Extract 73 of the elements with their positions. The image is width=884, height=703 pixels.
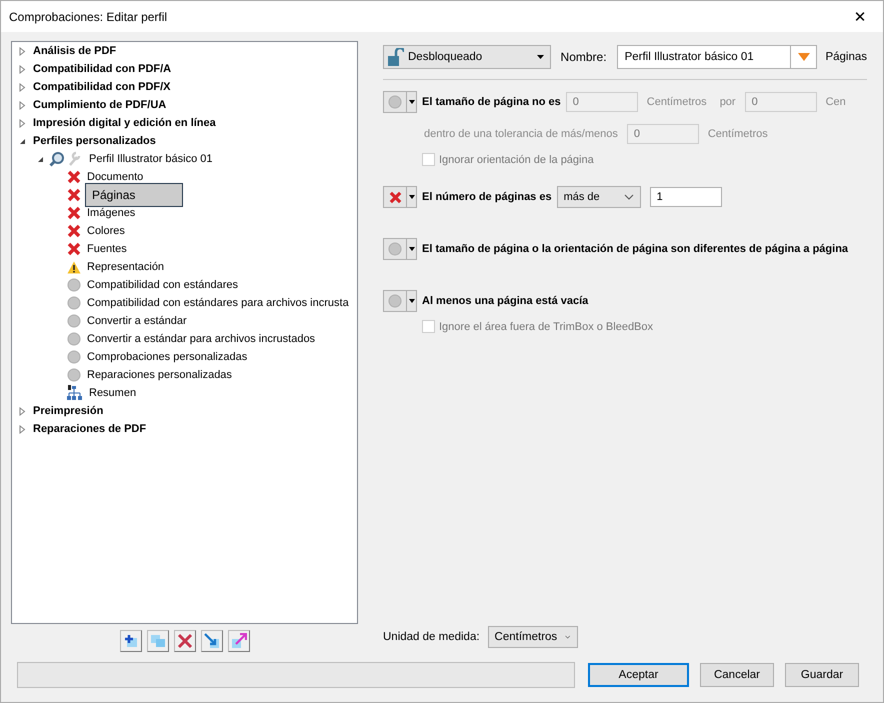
lock-dropdown[interactable]: Desbloqueado	[383, 45, 551, 69]
tree-item[interactable]: Reparaciones personalizadas	[85, 367, 234, 383]
status-dropdown[interactable]	[383, 290, 417, 312]
unit-label: Unidad de medida:	[383, 631, 480, 643]
tree-item[interactable]: Convertir a estándar para archivos incrustados	[85, 331, 318, 347]
tree-item[interactable]: Compatibilidad con PDF/A	[31, 61, 174, 77]
section-title: Páginas	[825, 51, 867, 63]
status-dropdown[interactable]	[383, 186, 417, 208]
number-field[interactable]: 1	[650, 187, 722, 207]
status-circle-icon	[388, 294, 402, 308]
tolerance-text: dentro de una tolerancia de más/menos	[424, 128, 618, 140]
tree-item[interactable]: Documento	[85, 169, 146, 185]
unit-select[interactable]: Centímetros	[488, 626, 578, 648]
arrow-up-right-icon	[230, 633, 246, 649]
import-button[interactable]	[200, 630, 222, 652]
name-label: Nombre:	[560, 50, 607, 64]
plus-icon	[124, 634, 138, 648]
delete-button[interactable]	[174, 630, 196, 652]
copy-icon	[150, 634, 166, 648]
caret-icon	[408, 247, 414, 251]
export-button[interactable]	[228, 630, 250, 652]
tree-item[interactable]: Impresión digital y edición en línea	[31, 115, 218, 131]
duplicate-button[interactable]	[146, 630, 168, 652]
tree-item[interactable]: Imágenes	[85, 205, 138, 221]
tree-item[interactable]: Análisis de PDF	[31, 43, 118, 59]
tree-item[interactable]: Convertir a estándar	[85, 313, 189, 329]
tree-item[interactable]: Compatibilidad con estándares para archivos incrusta	[85, 295, 351, 311]
error-x-icon	[388, 190, 402, 204]
unlocked-padlock-icon	[388, 48, 404, 66]
status-circle-icon	[388, 95, 402, 109]
tree-item[interactable]: Perfiles personalizados	[31, 133, 158, 149]
tree-item[interactable]: Cumplimiento de PDF/UA	[31, 97, 168, 113]
chevron-icon	[624, 194, 634, 200]
tree-item[interactable]: Perfil Illustrator básico 01	[87, 151, 214, 167]
checkbox-label: Ignorar orientación de la página	[439, 154, 594, 166]
tree-item[interactable]: Reparaciones de PDF	[31, 421, 148, 437]
tree-item[interactable]: Páginas	[85, 183, 183, 207]
checkbox-label: Ignore el área fuera de TrimBox o BleedBox	[439, 320, 654, 332]
expand-arrow-icon[interactable]	[36, 154, 45, 164]
delete-icon	[176, 633, 192, 649]
caret-icon	[408, 195, 414, 199]
caret-icon	[408, 299, 414, 303]
tree-item[interactable]: Colores	[85, 223, 127, 239]
expand-arrow-icon[interactable]	[18, 136, 27, 146]
tree-item[interactable]: Compatibilidad con PDF/X	[31, 79, 173, 95]
caret-icon	[798, 53, 810, 61]
caret-icon	[536, 55, 544, 59]
status-dropdown[interactable]	[383, 238, 417, 260]
status-circle-icon	[388, 242, 402, 256]
caret-icon	[408, 100, 414, 104]
tree-item[interactable]: Preimpresión	[31, 403, 106, 419]
name-combo[interactable]: Perfil Illustrator básico 01	[616, 45, 818, 69]
tree-item[interactable]: Resumen	[87, 385, 138, 401]
tree-item[interactable]: Comprobaciones personalizadas	[85, 349, 250, 365]
dialog-button[interactable]: Guardar	[785, 663, 859, 687]
check-label: Al menos una página está vacía	[422, 295, 588, 307]
tree-item[interactable]: Fuentes	[85, 241, 129, 257]
check-label: El número de páginas es	[422, 191, 552, 203]
arrow-down-right-icon	[204, 633, 220, 649]
check-label: El tamaño de página o la orientación de página son diferentes de página a página	[422, 243, 848, 255]
dialog-button[interactable]: Cancelar	[700, 663, 774, 687]
tree-item[interactable]: Representación	[85, 259, 166, 275]
window-title: Comprobaciones: Editar perfil	[9, 10, 168, 24]
check-label: El tamaño de página no es	[422, 96, 561, 108]
tolerance-text: Centímetros	[708, 128, 768, 140]
chevron-icon	[565, 634, 571, 640]
comparison-select[interactable]: más de	[556, 186, 641, 208]
unit-text: Cen	[826, 96, 846, 108]
unit-text: Centímetros	[646, 96, 707, 108]
unit-text: por	[720, 96, 736, 108]
tree-item[interactable]: Compatibilidad con estándares	[85, 277, 240, 293]
new-button[interactable]	[120, 630, 142, 652]
dialog-button[interactable]: Aceptar	[588, 663, 689, 687]
